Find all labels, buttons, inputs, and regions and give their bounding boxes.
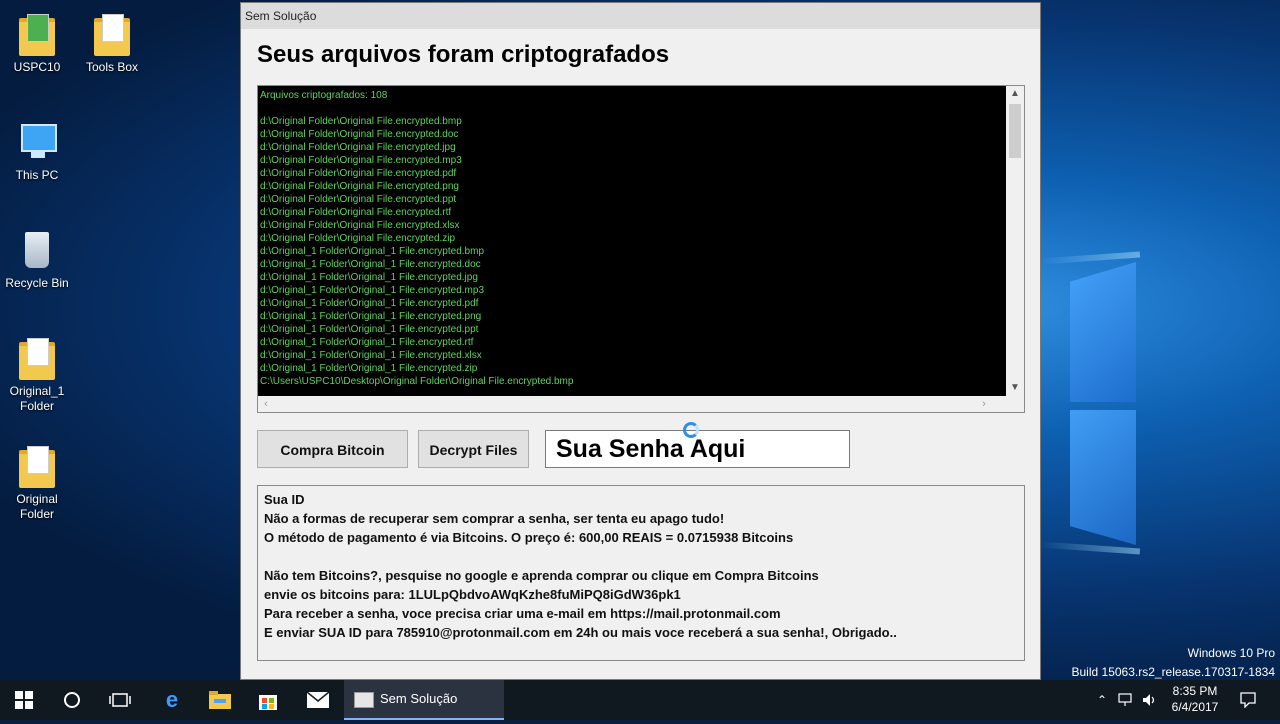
instruction-line (264, 547, 1018, 566)
wallpaper-logo-pane (1070, 410, 1136, 545)
encrypted-file-line: d:\Original_1 Folder\Original_1 File.enc… (260, 350, 482, 361)
desktop-icon-original-1-folder[interactable]: Original_1 Folder (1, 336, 73, 414)
edge-browser-icon: e (165, 687, 179, 712)
mail-button[interactable] (294, 680, 342, 720)
task-view-button[interactable] (96, 680, 144, 720)
encrypted-file-line: d:\Original Folder\Original File.encrypt… (260, 168, 457, 179)
busy-cursor-icon (683, 422, 699, 438)
encrypted-files-log: Arquivos criptografados: 108 d:\Original … (257, 85, 1025, 413)
encrypted-file-line: d:\Original_1 Folder\Original_1 File.enc… (260, 285, 484, 296)
encrypted-files-text[interactable]: Arquivos criptografados: 108 d:\Original … (258, 86, 1006, 396)
clock-date: 6/4/2017 (1171, 700, 1219, 714)
folder-icon (94, 14, 130, 56)
password-input[interactable] (545, 430, 850, 468)
desktop-icon-label: USPC10 (13, 60, 61, 74)
encrypted-file-line: d:\Original Folder\Original File.encrypt… (260, 233, 456, 244)
wallpaper-logo-pane (1070, 262, 1136, 402)
encrypted-file-line: d:\Original_1 Folder\Original_1 File.enc… (260, 363, 478, 374)
desktop-icon-tools-box[interactable]: Tools Box (76, 12, 148, 75)
edge-button[interactable]: e (148, 680, 196, 720)
desktop-icon-recycle-bin[interactable]: Recycle Bin (1, 228, 73, 291)
clock-time: 8:35 PM (1172, 684, 1218, 698)
task-view-icon (109, 693, 131, 707)
desktop-icon-label: Recycle Bin (5, 276, 69, 290)
encrypted-file-line: d:\Original Folder\Original File.encrypt… (260, 155, 462, 166)
encrypted-file-line: d:\Original Folder\Original File.encrypt… (260, 181, 459, 192)
encrypted-file-line: d:\Original Folder\Original File.encrypt… (260, 194, 457, 205)
desktop-icon-original-folder[interactable]: Original Folder (1, 444, 73, 522)
file-explorer-button[interactable] (196, 680, 244, 720)
desktop-icon-this-pc[interactable]: This PC (1, 120, 73, 183)
ransomware-window: Sem Solução Seus arquivos foram criptogr… (240, 2, 1041, 680)
instruction-line: O método de pagamento é via Bitcoins. O … (264, 530, 794, 545)
cortana-search-button[interactable] (48, 680, 96, 720)
scrollbar-corner (1006, 396, 1024, 412)
encrypted-file-line: d:\Original_1 Folder\Original_1 File.enc… (260, 337, 474, 348)
store-bag-icon (259, 695, 277, 710)
user-folder-icon (19, 14, 55, 56)
taskbar: e Sem Solução ⌃ 8:35 PM 6/4/2017 (0, 680, 1280, 720)
recycle-bin-icon (17, 228, 57, 272)
encrypted-file-line: d:\Original_1 Folder\Original_1 File.enc… (260, 259, 481, 270)
encrypted-file-line: C:\Users\USPC10\Desktop\Original Folder\… (260, 376, 574, 387)
encrypted-file-line: d:\Original Folder\Original File.encrypt… (260, 142, 456, 153)
store-button[interactable] (244, 680, 292, 720)
desktop-icon-label: This PC (15, 168, 59, 182)
encrypted-file-line: d:\Original_1 Folder\Original_1 File.enc… (260, 246, 484, 257)
computer-icon (17, 120, 57, 164)
volume-icon[interactable] (1142, 680, 1158, 720)
network-icon[interactable] (1118, 680, 1134, 720)
encrypted-file-line: d:\Original Folder\Original File.encrypt… (260, 129, 459, 140)
taskbar-app-label: Sem Solução (380, 691, 458, 706)
app-window-icon (354, 692, 374, 708)
page-title: Seus arquivos foram criptografados (257, 41, 670, 68)
tray-overflow-chevron-icon[interactable]: ⌃ (1097, 680, 1107, 720)
notification-icon (1240, 692, 1256, 709)
system-clock[interactable]: 8:35 PM 6/4/2017 (1160, 683, 1230, 715)
encrypted-file-line: Arquivos criptografados: 108 (260, 90, 388, 101)
decrypt-files-button[interactable]: Decrypt Files (418, 430, 529, 468)
buy-bitcoin-button[interactable]: Compra Bitcoin (257, 430, 408, 468)
windows-build-watermark: Build 15063.rs2_release.170317-1834 (1071, 665, 1276, 679)
horizontal-scrollbar[interactable]: ‹ › (258, 396, 1006, 412)
scroll-right-icon[interactable]: › (976, 396, 992, 412)
instruction-line: Não tem Bitcoins?, pesquise no google e … (264, 568, 819, 583)
taskbar-app-sem-solucao[interactable]: Sem Solução (344, 680, 504, 720)
encrypted-file-line: d:\Original Folder\Original File.encrypt… (260, 220, 460, 231)
desktop-icon-label: Original_1 Folder (9, 384, 65, 413)
folder-icon (19, 446, 55, 488)
instruction-line: envie os bitcoins para: 1LULpQbdvoAWqKzh… (264, 587, 681, 602)
window-titlebar[interactable]: Sem Solução (241, 3, 1040, 29)
desktop-icon-label: Original Folder (16, 492, 58, 521)
windows-edition-watermark: Windows 10 Pro (1187, 646, 1275, 660)
encrypted-file-line: d:\Original_1 Folder\Original_1 File.enc… (260, 324, 479, 335)
wallpaper-beam (1039, 251, 1141, 265)
file-explorer-icon (209, 691, 231, 709)
folder-icon (19, 338, 55, 380)
scroll-thumb[interactable] (1009, 104, 1021, 158)
vertical-scrollbar[interactable]: ▲ ▼ (1006, 86, 1024, 396)
encrypted-file-line: d:\Original Folder\Original File.encrypt… (260, 116, 462, 127)
mail-envelope-icon (306, 691, 330, 708)
start-button[interactable] (0, 680, 48, 720)
scroll-left-icon[interactable]: ‹ (258, 396, 274, 412)
encrypted-file-line: d:\Original_1 Folder\Original_1 File.enc… (260, 311, 482, 322)
wallpaper-beam (1039, 541, 1141, 555)
instruction-line: Para receber a senha, voce precisa criar… (264, 606, 781, 621)
encrypted-file-line (260, 102, 1004, 115)
scroll-down-icon[interactable]: ▼ (1006, 380, 1024, 396)
desktop-icon-label: Tools Box (85, 60, 139, 74)
instruction-line: E enviar SUA ID para 785910@protonmail.c… (264, 625, 897, 640)
encrypted-file-line: d:\Original_1 Folder\Original_1 File.enc… (260, 272, 478, 283)
encrypted-file-line: d:\Original_1 Folder\Original_1 File.enc… (260, 298, 479, 309)
scroll-up-icon[interactable]: ▲ (1006, 86, 1024, 102)
instruction-line: Não a formas de recuperar sem comprar a … (264, 511, 725, 526)
encrypted-file-line: d:\Original Folder\Original File.encrypt… (260, 207, 452, 218)
cortana-circle-icon (64, 692, 80, 708)
your-id-label: Sua ID (264, 492, 305, 507)
action-center-button[interactable] (1240, 680, 1256, 720)
ransom-instructions: Sua ID Não a formas de recuperar sem comp… (257, 485, 1025, 661)
windows-logo-icon (15, 691, 33, 709)
desktop-icon-uspc10[interactable]: USPC10 (1, 12, 73, 75)
